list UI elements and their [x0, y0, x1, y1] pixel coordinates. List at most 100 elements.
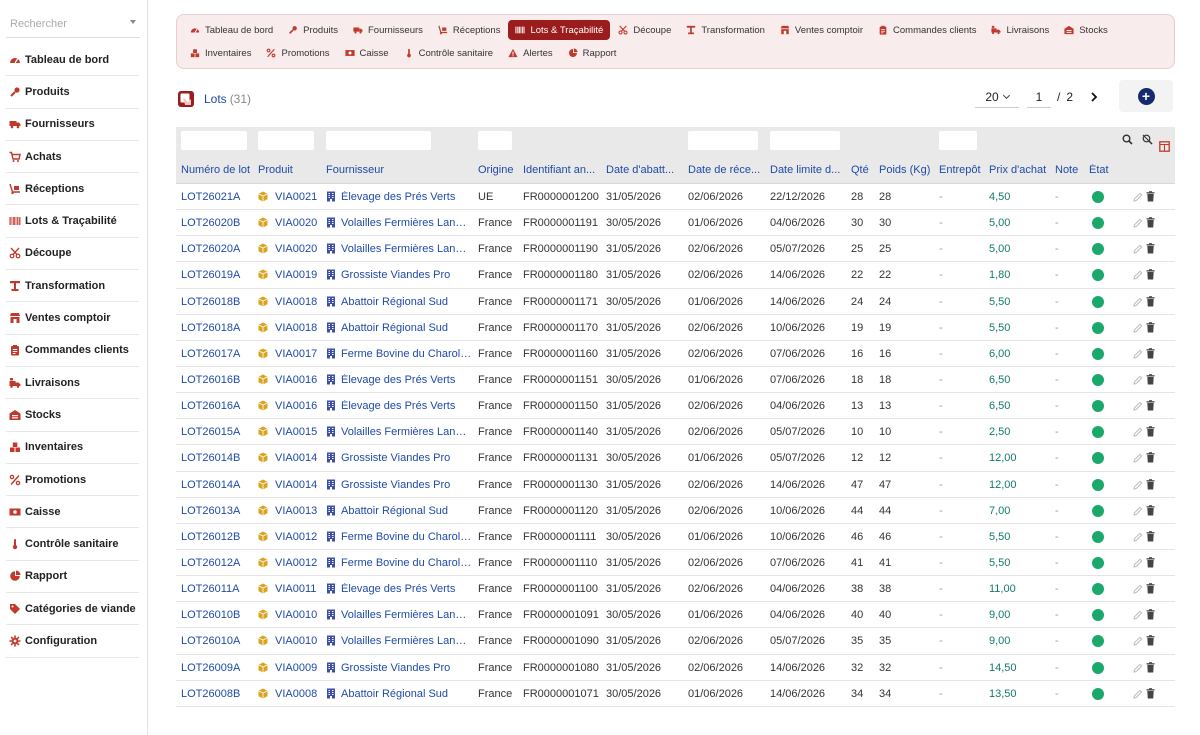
tab-delivery[interactable]: Livraisons — [984, 20, 1056, 40]
trash-icon[interactable] — [1146, 426, 1155, 437]
product-link[interactable]: VIA0013 — [275, 505, 322, 517]
tab-warehouse[interactable]: Stocks — [1057, 20, 1115, 40]
page-number-input[interactable]: 1 — [1027, 86, 1051, 108]
column-header[interactable]: Date de réce... — [688, 164, 764, 176]
sidebar-item-meat[interactable]: Produits — [6, 76, 139, 109]
supplier-link[interactable]: Grossiste Viandes Pro — [341, 662, 472, 674]
sidebar-item-boxes[interactable]: Inventaires — [6, 432, 139, 464]
supplier-link[interactable]: Ferme Bovine du Charolais — [341, 531, 472, 543]
edit-icon[interactable] — [1133, 375, 1143, 385]
supplier-link[interactable]: Grossiste Viandes Pro — [341, 452, 472, 464]
edit-icon[interactable] — [1133, 244, 1143, 254]
edit-icon[interactable] — [1133, 427, 1143, 437]
edit-icon[interactable] — [1133, 297, 1143, 307]
columns-icon[interactable] — [1159, 141, 1170, 152]
sidebar-item-thermometer[interactable]: Contrôle sanitaire — [6, 528, 139, 561]
table-row[interactable]: LOT26014A VIA0014 Grossiste Viandes Pro Fra… — [176, 472, 1175, 498]
supplier-link[interactable]: Élevage des Prés Verts — [341, 400, 472, 412]
product-link[interactable]: VIA0010 — [275, 635, 322, 647]
lot-number-link[interactable]: LOT26018B — [181, 296, 253, 308]
supplier-link[interactable]: Volailles Fermières Landes — [341, 426, 472, 438]
column-filter-input[interactable] — [688, 131, 758, 150]
edit-icon[interactable] — [1133, 532, 1143, 542]
table-row[interactable]: LOT26019A VIA0019 Grossiste Viandes Pro Fra… — [176, 262, 1175, 289]
product-link[interactable]: VIA0014 — [275, 479, 322, 491]
sidebar-item-industry[interactable]: Transformation — [6, 270, 139, 303]
sidebar-item-warehouse[interactable]: Stocks — [6, 399, 139, 432]
trash-icon[interactable] — [1146, 478, 1155, 490]
table-row[interactable]: LOT26013A VIA0013 Abattoir Régional Sud Fra… — [176, 498, 1175, 524]
sidebar-item-dashboard[interactable]: Tableau de bord — [6, 44, 139, 77]
sidebar-item-money[interactable]: Caisse — [6, 496, 139, 529]
tab-barcode[interactable]: Lots & Traçabilité — [508, 20, 611, 40]
lot-number-link[interactable]: LOT26021A — [181, 191, 253, 203]
product-link[interactable]: VIA0020 — [275, 243, 322, 255]
tab-store[interactable]: Ventes comptoir — [773, 20, 870, 40]
column-header[interactable]: Prix d'achat — [989, 164, 1051, 176]
column-header[interactable]: Date d'abatt... — [606, 164, 682, 176]
trash-icon[interactable] — [1146, 374, 1155, 385]
chevron-right-icon[interactable] — [1089, 92, 1099, 102]
table-row[interactable]: LOT26018A VIA0018 Abattoir Régional Sud Fra… — [176, 315, 1175, 341]
table-row[interactable]: LOT26014B VIA0014 Grossiste Viandes Pro Fra… — [176, 445, 1175, 472]
lot-number-link[interactable]: LOT26011A — [181, 583, 253, 595]
supplier-link[interactable]: Abattoir Régional Sud — [341, 688, 472, 700]
product-link[interactable]: VIA0014 — [275, 452, 322, 464]
column-filter-input[interactable] — [181, 131, 247, 150]
column-header[interactable]: État — [1089, 164, 1115, 176]
table-row[interactable]: LOT26010B VIA0010 Volailles Fermières Land… — [176, 602, 1175, 629]
product-link[interactable]: VIA0018 — [275, 322, 322, 334]
sidebar-item-delivery[interactable]: Livraisons — [6, 367, 139, 400]
trash-icon[interactable] — [1146, 295, 1155, 307]
product-link[interactable]: VIA0017 — [275, 348, 322, 360]
trash-icon[interactable] — [1146, 321, 1155, 333]
product-link[interactable]: VIA0012 — [275, 557, 322, 569]
edit-icon[interactable] — [1133, 270, 1143, 281]
column-filter-input[interactable] — [326, 131, 431, 150]
tab-dolly[interactable]: Réceptions — [431, 20, 508, 40]
supplier-link[interactable]: Élevage des Prés Verts — [341, 191, 472, 203]
table-row[interactable]: LOT26016B VIA0016 Élevage des Prés Verts Fr… — [176, 367, 1175, 394]
tab-thermometer[interactable]: Contrôle sanitaire — [397, 43, 500, 63]
supplier-link[interactable]: Abattoir Régional Sud — [341, 322, 472, 334]
supplier-link[interactable]: Élevage des Prés Verts — [341, 374, 472, 386]
edit-icon[interactable] — [1133, 349, 1143, 359]
column-header[interactable]: Fournisseur — [326, 164, 472, 176]
sidebar-item-dolly[interactable]: Réceptions — [6, 173, 139, 206]
supplier-link[interactable]: Grossiste Viandes Pro — [341, 269, 472, 281]
lot-number-link[interactable]: LOT26014B — [181, 452, 253, 464]
product-link[interactable]: VIA0016 — [275, 400, 322, 412]
lot-number-link[interactable]: LOT26019A — [181, 269, 253, 281]
add-lot-button[interactable]: + — [1119, 80, 1173, 112]
column-header[interactable]: Note — [1055, 164, 1085, 176]
sidebar-item-scissors[interactable]: Découpe — [6, 238, 139, 271]
product-link[interactable]: VIA0021 — [275, 191, 322, 203]
lot-number-link[interactable]: LOT26018A — [181, 322, 253, 334]
tab-money[interactable]: Caisse — [338, 43, 396, 63]
lot-number-link[interactable]: LOT26017A — [181, 348, 253, 360]
trash-icon[interactable] — [1146, 583, 1155, 594]
product-link[interactable]: VIA0010 — [275, 609, 322, 621]
lot-number-link[interactable]: LOT26008B — [181, 688, 253, 700]
table-row[interactable]: LOT26018B VIA0018 Abattoir Régional Sud Fra… — [176, 289, 1175, 315]
supplier-link[interactable]: Ferme Bovine du Charolais — [341, 348, 472, 360]
product-link[interactable]: VIA0018 — [275, 296, 322, 308]
lot-number-link[interactable]: LOT26010B — [181, 609, 253, 621]
tab-percent[interactable]: Promotions — [259, 43, 336, 63]
supplier-link[interactable]: Ferme Bovine du Charolais — [341, 557, 472, 569]
edit-icon[interactable] — [1133, 453, 1143, 464]
lot-number-link[interactable]: LOT26012B — [181, 531, 253, 543]
table-row[interactable]: LOT26017A VIA0017 Ferme Bovine du Charolai… — [176, 341, 1175, 367]
trash-icon[interactable] — [1146, 609, 1155, 620]
sidebar-item-percent[interactable]: Promotions — [6, 464, 139, 497]
supplier-link[interactable]: Volailles Fermières Landes — [341, 217, 472, 229]
lot-number-link[interactable]: LOT26016A — [181, 400, 253, 412]
product-link[interactable]: VIA0016 — [275, 374, 322, 386]
lot-number-link[interactable]: LOT26012A — [181, 557, 253, 569]
trash-icon[interactable] — [1146, 269, 1155, 280]
trash-icon[interactable] — [1146, 191, 1155, 202]
table-row[interactable]: LOT26020B VIA0020 Volailles Fermières Land… — [176, 210, 1175, 237]
sidebar-item-truck[interactable]: Fournisseurs — [6, 109, 139, 141]
column-header[interactable]: Date limite d... — [770, 164, 846, 176]
column-header[interactable]: Origine — [478, 164, 518, 176]
